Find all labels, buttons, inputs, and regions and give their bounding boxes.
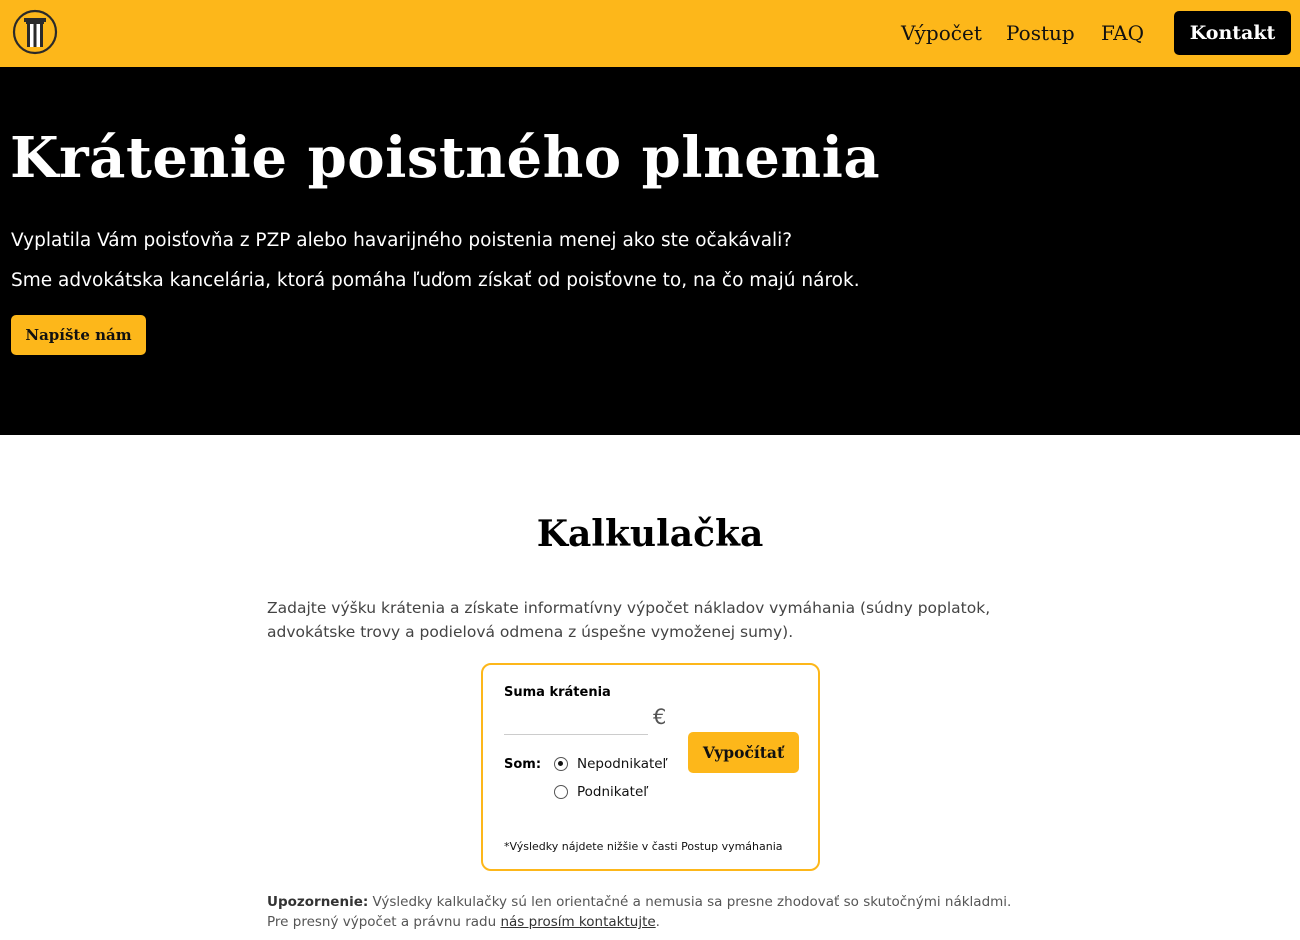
amount-input[interactable] bbox=[504, 705, 648, 735]
nav-link-faq[interactable]: FAQ bbox=[1101, 21, 1144, 45]
contact-us-link[interactable]: nás prosím kontaktujte bbox=[500, 914, 655, 930]
greek-column-icon[interactable] bbox=[12, 9, 58, 55]
amount-label: Suma krátenia bbox=[504, 685, 611, 700]
hero-title: Krátenie poistného plnenia bbox=[10, 125, 881, 191]
hero-section: Krátenie poistného plnenia Vyplatila Vám… bbox=[0, 67, 1300, 435]
radio-podnikatel[interactable]: Podnikateľ bbox=[554, 784, 648, 800]
disclaimer-line-1: Upozornenie: Výsledky kalkulačky sú len … bbox=[267, 892, 1047, 912]
calculator-title: Kalkulačka bbox=[536, 513, 764, 555]
disclaimer-text-2: Pre presný výpočet a právnu radu bbox=[267, 914, 501, 930]
disclaimer: Upozornenie: Výsledky kalkulačky sú len … bbox=[267, 892, 1047, 932]
calculator-description: Zadajte výšku krátenia a získate informa… bbox=[267, 599, 991, 641]
write-us-button[interactable]: Napíšte nám bbox=[11, 315, 146, 355]
top-navigation-bar: Výpočet Postup FAQ Kontakt bbox=[0, 0, 1300, 67]
euro-sign: € bbox=[653, 705, 667, 729]
radio-nepodnikatel[interactable]: Nepodnikateľ bbox=[554, 756, 668, 772]
results-note: *Výsledky nájdete nižšie v časti Postup … bbox=[504, 840, 783, 853]
nav-link-vypocet[interactable]: Výpočet bbox=[901, 21, 982, 45]
radio-label-nepodnikatel: Nepodnikateľ bbox=[577, 756, 668, 772]
calculate-button[interactable]: Vypočítať bbox=[688, 732, 799, 773]
som-label: Som: bbox=[504, 757, 542, 772]
nav-link-postup[interactable]: Postup bbox=[1006, 21, 1075, 45]
disclaimer-text: Výsledky kalkulačky sú len orientačné a … bbox=[368, 894, 1012, 910]
contact-button[interactable]: Kontakt bbox=[1174, 11, 1291, 55]
radio-unchecked-icon[interactable] bbox=[554, 785, 568, 799]
disclaimer-line-2: Pre presný výpočet a právnu radu nás pro… bbox=[267, 912, 1047, 932]
calculator-card: Suma krátenia € Som: Nepodnikateľ Podnik… bbox=[481, 663, 820, 871]
disclaimer-end: . bbox=[655, 914, 660, 930]
hero-tagline: Sme advokátska kancelária, ktorá pomáha … bbox=[11, 270, 860, 291]
radio-checked-icon[interactable] bbox=[554, 757, 568, 771]
disclaimer-label: Upozornenie: bbox=[267, 894, 369, 910]
hero-question: Vyplatila Vám poisťovňa z PZP alebo hava… bbox=[11, 230, 793, 251]
radio-label-podnikatel: Podnikateľ bbox=[577, 784, 649, 800]
